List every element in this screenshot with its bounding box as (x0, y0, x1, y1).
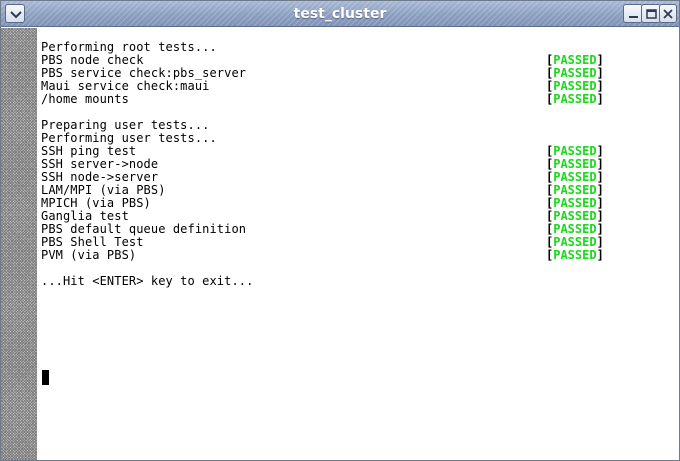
bracket-close: ] (596, 196, 604, 210)
minimize-icon (629, 16, 638, 18)
maximize-icon (646, 9, 657, 19)
status-passed-label: PASSED (553, 248, 597, 262)
status-badge: [PASSED] (546, 93, 604, 106)
bracket-close: ] (596, 209, 604, 223)
bracket-close: ] (596, 53, 604, 67)
bracket-close: ] (596, 79, 604, 93)
status-passed-label: PASSED (553, 144, 597, 158)
status-passed-label: PASSED (553, 235, 597, 249)
close-icon (663, 9, 673, 19)
bracket-close: ] (596, 222, 604, 236)
status-badge: [PASSED] (546, 249, 604, 262)
minimize-button[interactable] (623, 4, 643, 23)
status-passed-label: PASSED (553, 222, 597, 236)
status-passed-label: PASSED (553, 196, 597, 210)
terminal-line: PVM (via PBS) (41, 248, 137, 262)
terminal-line: /home mounts (41, 92, 129, 106)
status-passed-label: PASSED (553, 183, 597, 197)
status-passed-label: PASSED (553, 53, 597, 67)
maximize-button[interactable] (641, 4, 661, 23)
bracket-close: ] (596, 183, 604, 197)
terminal-line: ...Hit <ENTER> key to exit... (41, 274, 254, 288)
status-passed-label: PASSED (553, 66, 597, 80)
bracket-close: ] (596, 66, 604, 80)
status-passed-label: PASSED (553, 157, 597, 171)
close-button[interactable] (659, 4, 677, 23)
status-passed-label: PASSED (553, 209, 597, 223)
bracket-close: ] (596, 144, 604, 158)
bracket-close: ] (596, 248, 604, 262)
bracket-close: ] (596, 157, 604, 171)
window-title: test_cluster (293, 6, 387, 22)
bracket-close: ] (596, 92, 604, 106)
status-passed-label: PASSED (553, 92, 597, 106)
bracket-close: ] (596, 235, 604, 249)
terminal-window: test_cluster Performing root tests... PBS… (0, 0, 680, 461)
terminal-scrollbar[interactable] (1, 28, 37, 460)
status-passed-label: PASSED (553, 170, 597, 184)
terminal-output[interactable]: Performing root tests... PBS node check [P… (38, 28, 679, 460)
status-passed-label: PASSED (553, 79, 597, 93)
title-bar[interactable]: test_cluster (1, 1, 679, 27)
text-cursor (42, 370, 49, 385)
bracket-close: ] (596, 170, 604, 184)
